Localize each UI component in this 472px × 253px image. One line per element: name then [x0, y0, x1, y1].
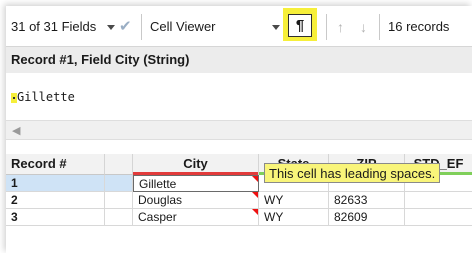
city-cell[interactable]: Casper [133, 209, 259, 226]
table-row-spacer-cell[interactable] [105, 192, 133, 209]
apply-checkmark-icon[interactable]: ✔ [119, 18, 132, 36]
table-row-record-number[interactable]: 1 [6, 175, 105, 192]
toolbar: 31 of 31 Fields ✔ Cell Viewer ¶ ↑ ↓ 16 r… [6, 6, 472, 46]
fields-dropdown-chevron-icon[interactable] [107, 25, 115, 30]
city-cell-text: Casper [138, 210, 177, 224]
city-cell[interactable]: Douglas [133, 192, 259, 209]
city-cell-text: Douglas [138, 193, 183, 207]
cell-viewer-dropdown-chevron-icon[interactable] [272, 25, 280, 30]
column-header-spacer [105, 154, 133, 175]
column-header-city[interactable]: City [133, 154, 259, 175]
state-cell[interactable]: WY [259, 192, 329, 209]
toolbar-divider [379, 14, 380, 40]
pilcrow-icon: ¶ [288, 14, 312, 37]
cell-viewer-text[interactable]: Gillette [11, 90, 75, 104]
fields-selector-label[interactable]: 31 of 31 Fields [11, 18, 96, 36]
cell-value-text: Gillette [17, 90, 75, 104]
show-whitespace-button[interactable]: ¶ [283, 8, 317, 41]
zip-cell[interactable]: 82609 [329, 209, 405, 226]
toolbar-divider [326, 14, 327, 40]
column-header-label: City [183, 156, 208, 171]
cell-viewer-label[interactable]: Cell Viewer [150, 18, 216, 36]
leading-space-marker-icon [11, 92, 17, 103]
city-cell-text: Gillette [139, 177, 177, 191]
table-row-spacer-cell[interactable] [105, 209, 133, 226]
table-row-record-number[interactable]: 2 [6, 192, 105, 209]
results-window: 31 of 31 Fields ✔ Cell Viewer ¶ ↑ ↓ 16 r… [6, 6, 472, 253]
zip-cell[interactable]: 82633 [329, 192, 405, 209]
leading-spaces-tooltip: This cell has leading spaces. [264, 163, 441, 183]
selected-city-cell[interactable]: Gillette [133, 175, 259, 192]
record-field-header: Record #1, Field City (String) [6, 46, 472, 73]
warning-corner-icon [252, 176, 258, 182]
cell-viewer-pane[interactable]: Gillette [6, 73, 472, 120]
warning-corner-icon [252, 209, 258, 215]
table-row-spacer-cell[interactable] [105, 175, 133, 192]
horizontal-scrollbar[interactable]: ◀ [6, 120, 472, 140]
column-header-label: Record # [11, 156, 67, 171]
std-cell[interactable] [405, 192, 472, 209]
table-row-record-number[interactable]: 3 [6, 209, 105, 226]
record-field-title: Record #1, Field City (String) [11, 52, 190, 67]
arrow-up-icon[interactable]: ↑ [337, 18, 344, 36]
state-cell[interactable]: WY [259, 209, 329, 226]
std-cell[interactable] [405, 209, 472, 226]
scroll-left-icon[interactable]: ◀ [12, 124, 20, 137]
column-header-record[interactable]: Record # [6, 154, 105, 175]
warning-corner-icon [252, 192, 258, 198]
arrow-down-icon[interactable]: ↓ [360, 18, 367, 36]
toolbar-divider [141, 14, 142, 40]
record-count-label: 16 records [388, 19, 450, 34]
